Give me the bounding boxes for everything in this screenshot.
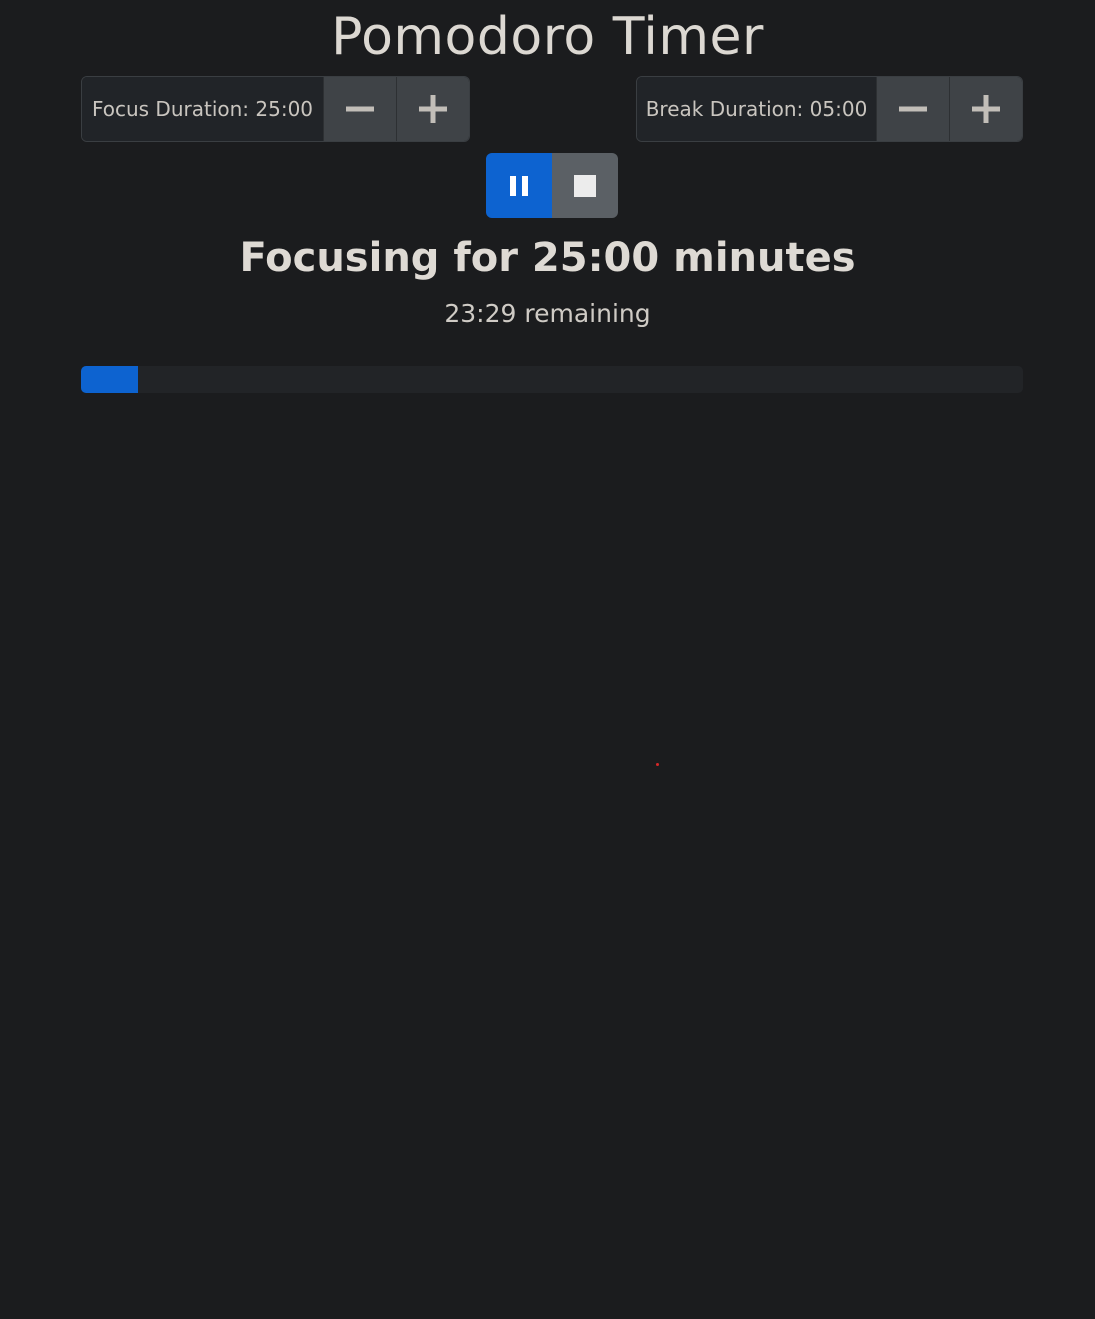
break-duration-label: Break Duration: 05:00 (637, 77, 876, 141)
progress-fill (81, 366, 138, 393)
remaining-time: 23:29 remaining (444, 299, 651, 328)
plus-icon (972, 95, 1000, 123)
plus-icon (419, 95, 447, 123)
focus-duration-group: Focus Duration: 25:00 (81, 76, 470, 142)
timer-controls (486, 153, 618, 218)
minus-icon (899, 106, 927, 112)
pause-icon (510, 175, 528, 196)
progress-bar (81, 366, 1023, 393)
focus-duration-label: Focus Duration: 25:00 (82, 77, 323, 141)
focus-decrement-button[interactable] (323, 77, 396, 141)
break-duration-group: Break Duration: 05:00 (636, 76, 1023, 142)
page-title: Pomodoro Timer (331, 7, 764, 67)
break-decrement-button[interactable] (876, 77, 949, 141)
status-heading: Focusing for 25:00 minutes (239, 235, 856, 281)
cursor-dot (656, 763, 659, 766)
pause-button[interactable] (486, 153, 552, 218)
minus-icon (346, 106, 374, 112)
focus-increment-button[interactable] (396, 77, 469, 141)
stop-button[interactable] (552, 153, 618, 218)
stop-icon (574, 174, 596, 197)
break-increment-button[interactable] (949, 77, 1022, 141)
